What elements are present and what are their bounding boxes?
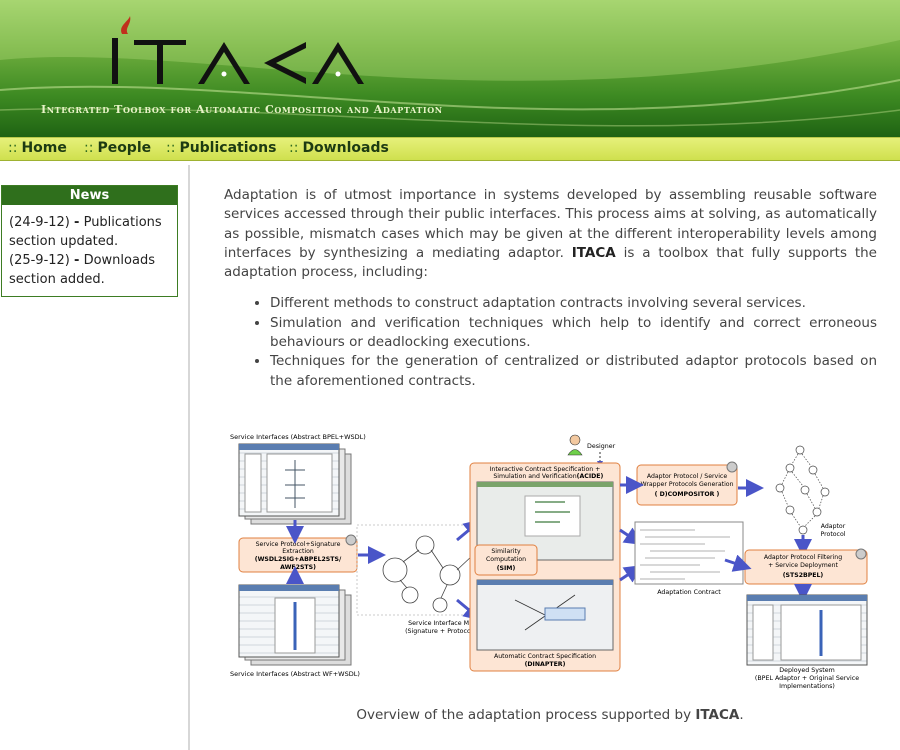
- news-title: News: [2, 186, 177, 205]
- service-interfaces-bottom-screens: [238, 584, 352, 666]
- news-date: (24-9-12): [9, 215, 70, 230]
- nav-downloads-link[interactable]: :: Downloads: [289, 140, 389, 156]
- auto-contract-title: Automatic Contract Specification: [494, 653, 596, 660]
- arrow: [619, 527, 643, 545]
- deployed-label-1: Deployed System: [779, 667, 834, 674]
- extraction-box: Service Protocol+Signature Extraction (W…: [238, 534, 358, 573]
- nav-people-label: People: [97, 140, 152, 156]
- adaptor-protocol-graph: [775, 445, 830, 535]
- filtering-tool: (STS2BPEL): [783, 572, 824, 579]
- caption-text: Overview of the adaptation process suppo…: [356, 707, 696, 723]
- nav-people-link[interactable]: :: People: [84, 140, 151, 156]
- extraction-title-1: Service Protocol+Signature: [256, 541, 341, 548]
- news-separator: -: [74, 253, 80, 268]
- deployed-label-2: (BPEL Adaptor + Original Service: [755, 675, 859, 682]
- nav-publications-link[interactable]: :: Publications: [166, 140, 276, 156]
- site-subtitle: Integrated Toolbox for Automatic Composi…: [41, 103, 443, 116]
- feature-item: Different methods to construct adaptatio…: [270, 294, 877, 313]
- arrow: [619, 565, 643, 583]
- similarity-tool: (SIM): [497, 565, 516, 572]
- adaptation-contract-box: [634, 521, 744, 585]
- main-content: Adaptation is of utmost importance in sy…: [224, 186, 877, 391]
- deployed-label-3: Implementations): [779, 683, 835, 690]
- intro-paragraph: Adaptation is of utmost importance in sy…: [224, 186, 877, 282]
- service-interfaces-top-screens: [238, 443, 352, 525]
- main-nav: :: Home :: People :: Publications :: Downloa…: [0, 137, 900, 161]
- news-item: (24-9-12) - Publications section updated…: [9, 213, 171, 251]
- extraction-tool-2: AWF2STS): [280, 564, 316, 571]
- adaptor-gen-title-2: Wrapper Protocols Generation: [641, 481, 734, 488]
- extraction-tool-1: (WSDL2SIG+ABPEL2STS/: [255, 556, 342, 563]
- designer-icon: [567, 434, 583, 456]
- extraction-title-2: Extraction: [282, 548, 314, 555]
- feature-list: Different methods to construct adaptatio…: [224, 294, 877, 390]
- nav-downloads-label: Downloads: [302, 140, 389, 156]
- nav-separator: ::: [166, 140, 176, 156]
- itaca-logo[interactable]: [106, 16, 366, 91]
- adaptor-gen-title-1: Adaptor Protocol / Service: [647, 473, 728, 480]
- adaptor-protocol-label-1: Adaptor: [821, 523, 846, 530]
- nav-separator: ::: [8, 140, 18, 156]
- diagram-caption: Overview of the adaptation process suppo…: [200, 707, 900, 723]
- feature-item: Techniques for the generation of central…: [270, 352, 877, 391]
- intro-itaca-bold: ITACA: [571, 244, 616, 261]
- nav-home-link[interactable]: :: Home: [8, 140, 67, 156]
- service-interfaces-bottom-label: Service Interfaces (Abstract WF+WSDL): [230, 670, 360, 678]
- column-divider: [188, 165, 190, 750]
- similarity-title-1: Similarity: [491, 548, 521, 555]
- news-separator: -: [74, 215, 80, 230]
- news-item: (25-9-12) - Downloads section added.: [9, 251, 171, 289]
- nav-separator: ::: [84, 140, 94, 156]
- news-list: (24-9-12) - Publications section updated…: [2, 205, 177, 289]
- nav-home-label: Home: [21, 140, 67, 156]
- similarity-title-2: Computation: [486, 556, 526, 563]
- interactive-spec-title-1: Interactive Contract Specification +: [490, 466, 601, 473]
- deployed-system-screenshot: [746, 594, 868, 666]
- caption-text-end: .: [739, 707, 744, 723]
- nav-separator: ::: [289, 140, 299, 156]
- adaptation-process-diagram: Service Interfaces (Abstract BPEL+WSDL) …: [230, 433, 868, 690]
- adaptation-contract-label: Adaptation Contract: [657, 589, 721, 596]
- caption-itaca-bold: ITACA: [695, 707, 740, 723]
- site-header: Integrated Toolbox for Automatic Composi…: [0, 0, 900, 137]
- service-interfaces-top-label: Service Interfaces (Abstract BPEL+WSDL): [230, 433, 366, 441]
- similarity-box: Similarity Computation (SIM): [474, 544, 538, 576]
- designer-label: Designer: [587, 443, 616, 450]
- news-date: (25-9-12): [9, 253, 70, 268]
- feature-item: Simulation and verification techniques w…: [270, 314, 877, 353]
- adaptor-gen-tool: ( D)COMPOSITOR ): [655, 491, 720, 498]
- dinapter-screenshot: [476, 579, 614, 651]
- compositor-box: Adaptor Protocol / Service Wrapper Proto…: [636, 461, 738, 506]
- filtering-box: Adaptor Protocol Filtering + Service Dep…: [744, 548, 868, 585]
- filtering-title-2: + Service Deployment: [768, 562, 838, 569]
- news-box: News (24-9-12) - Publications section up…: [1, 185, 178, 297]
- filtering-title-1: Adaptor Protocol Filtering: [764, 554, 842, 561]
- nav-publications-label: Publications: [179, 140, 277, 156]
- auto-contract-tool: (DINAPTER): [525, 661, 566, 668]
- adaptor-protocol-label-2: Protocol: [821, 531, 846, 538]
- interactive-spec-tool: (ACIDE): [577, 473, 604, 480]
- interactive-spec-title-2: Simulation and Verification: [493, 473, 576, 480]
